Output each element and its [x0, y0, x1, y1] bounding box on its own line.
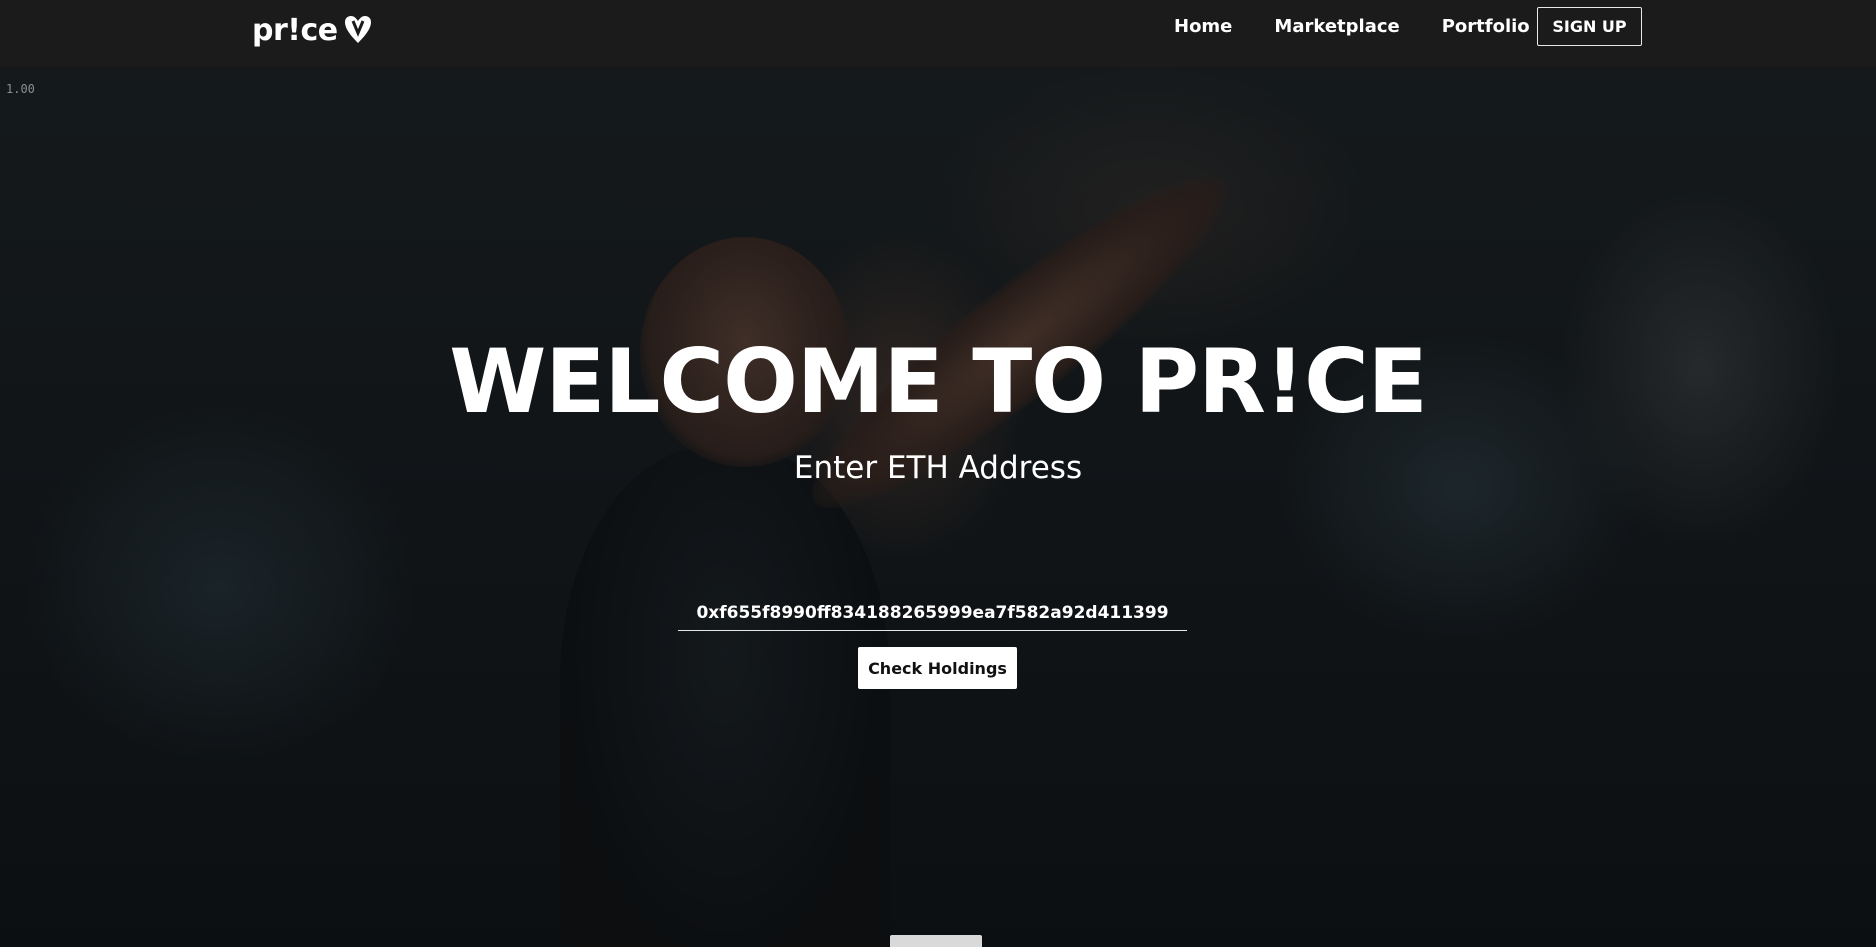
signup-button[interactable]: SIGN UP — [1537, 7, 1642, 46]
eth-address-input[interactable] — [678, 595, 1187, 630]
nav-portfolio-link[interactable]: Portfolio — [1442, 16, 1530, 37]
eth-address-field — [678, 595, 1187, 631]
heart-logo-icon — [344, 15, 372, 45]
check-holdings-button[interactable]: Check Holdings — [858, 647, 1017, 689]
hero-overlay — [0, 67, 1876, 947]
bottom-tab[interactable] — [890, 935, 982, 947]
hero-title: WELCOME TO PR!CE — [449, 330, 1428, 433]
nav-home-link[interactable]: Home — [1174, 16, 1232, 37]
nav-links: Home Marketplace Portfolio — [1174, 16, 1530, 37]
logo[interactable]: pr!ce — [252, 12, 372, 48]
hero-subtitle: Enter ETH Address — [793, 450, 1083, 486]
nav-marketplace-link[interactable]: Marketplace — [1274, 16, 1399, 37]
logo-text: pr!ce — [252, 12, 338, 48]
zoom-badge: 1.00 — [6, 82, 35, 96]
navbar: pr!ce Home Marketplace Portfolio SIGN UP — [0, 0, 1876, 67]
hero-background — [0, 67, 1876, 947]
